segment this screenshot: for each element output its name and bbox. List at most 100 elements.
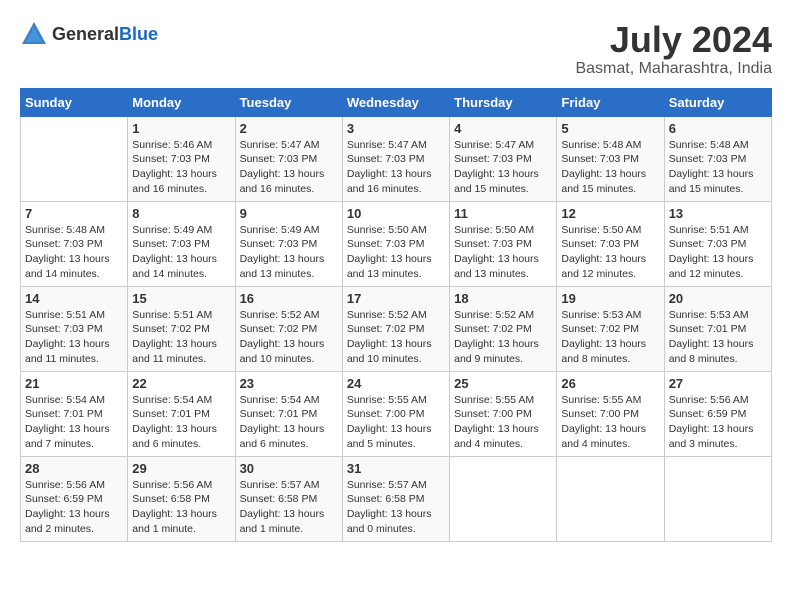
day-number: 5 [561,121,659,136]
calendar-cell: 8Sunrise: 5:49 AM Sunset: 7:03 PM Daylig… [128,201,235,286]
cell-content: Sunrise: 5:48 AM Sunset: 7:03 PM Dayligh… [561,138,659,197]
day-number: 31 [347,461,445,476]
day-number: 19 [561,291,659,306]
cell-content: Sunrise: 5:47 AM Sunset: 7:03 PM Dayligh… [240,138,338,197]
calendar-cell: 7Sunrise: 5:48 AM Sunset: 7:03 PM Daylig… [21,201,128,286]
cell-content: Sunrise: 5:54 AM Sunset: 7:01 PM Dayligh… [25,393,123,452]
location-subtitle: Basmat, Maharashtra, India [575,60,772,78]
calendar-cell: 3 Sunrise: 5:47 AM Sunset: 7:03 PM Daylig… [342,116,449,201]
calendar-cell: 21 Sunrise: 5:54 AM Sunset: 7:01 PM Dayli… [21,371,128,456]
cell-content: Sunrise: 5:50 AM Sunset: 7:03 PM Dayligh… [454,223,552,282]
logo: GeneralBlue [20,20,158,48]
calendar-cell: 14 Sunrise: 5:51 AM Sunset: 7:03 PM Dayli… [21,286,128,371]
cell-content: Sunrise: 5:54 AM Sunset: 7:01 PM Dayligh… [132,393,230,452]
cell-content: Sunrise: 5:51 AM Sunset: 7:02 PM Dayligh… [132,308,230,367]
cell-content: Sunrise: 5:55 AM Sunset: 7:00 PM Dayligh… [454,393,552,452]
day-number: 18 [454,291,552,306]
calendar-cell: 20 Sunrise: 5:53 AM Sunset: 7:01 PM Dayli… [664,286,771,371]
calendar-body: 1 Sunrise: 5:46 AM Sunset: 7:03 PM Daylig… [21,116,772,541]
day-number: 15 [132,291,230,306]
day-of-week-header: Monday [128,88,235,116]
day-number: 25 [454,376,552,391]
cell-content: Sunrise: 5:53 AM Sunset: 7:01 PM Dayligh… [669,308,767,367]
cell-content: Sunrise: 5:48 AM Sunset: 7:03 PM Dayligh… [25,223,123,282]
cell-content: Sunrise: 5:52 AM Sunset: 7:02 PM Dayligh… [347,308,445,367]
calendar-cell: 15 Sunrise: 5:51 AM Sunset: 7:02 PM Dayli… [128,286,235,371]
day-of-week-header: Sunday [21,88,128,116]
calendar-cell: 31 Sunrise: 5:57 AM Sunset: 6:58 PM Dayli… [342,456,449,541]
calendar-week-row: 28 Sunrise: 5:56 AM Sunset: 6:59 PM Dayli… [21,456,772,541]
cell-content: Sunrise: 5:56 AM Sunset: 6:59 PM Dayligh… [25,478,123,537]
cell-content: Sunrise: 5:57 AM Sunset: 6:58 PM Dayligh… [347,478,445,537]
day-number: 12 [561,206,659,221]
day-number: 3 [347,121,445,136]
day-number: 2 [240,121,338,136]
day-number: 11 [454,206,552,221]
calendar-cell: 19 Sunrise: 5:53 AM Sunset: 7:02 PM Dayli… [557,286,664,371]
calendar-cell [450,456,557,541]
calendar-cell: 16Sunrise: 5:52 AM Sunset: 7:02 PM Dayli… [235,286,342,371]
calendar-cell: 18 Sunrise: 5:52 AM Sunset: 7:02 PM Dayli… [450,286,557,371]
days-of-week-row: SundayMondayTuesdayWednesdayThursdayFrid… [21,88,772,116]
day-number: 13 [669,206,767,221]
cell-content: Sunrise: 5:55 AM Sunset: 7:00 PM Dayligh… [347,393,445,452]
calendar-week-row: 14 Sunrise: 5:51 AM Sunset: 7:03 PM Dayli… [21,286,772,371]
day-number: 26 [561,376,659,391]
cell-content: Sunrise: 5:50 AM Sunset: 7:03 PM Dayligh… [561,223,659,282]
cell-content: Sunrise: 5:56 AM Sunset: 6:59 PM Dayligh… [669,393,767,452]
calendar-week-row: 1 Sunrise: 5:46 AM Sunset: 7:03 PM Daylig… [21,116,772,201]
calendar-cell: 9Sunrise: 5:49 AM Sunset: 7:03 PM Daylig… [235,201,342,286]
day-number: 17 [347,291,445,306]
logo-icon [20,20,48,48]
cell-content: Sunrise: 5:52 AM Sunset: 7:02 PM Dayligh… [454,308,552,367]
day-number: 27 [669,376,767,391]
calendar-cell: 26 Sunrise: 5:55 AM Sunset: 7:00 PM Dayli… [557,371,664,456]
cell-content: Sunrise: 5:48 AM Sunset: 7:03 PM Dayligh… [669,138,767,197]
day-number: 4 [454,121,552,136]
day-number: 6 [669,121,767,136]
page-header: GeneralBlue July 2024 Basmat, Maharashtr… [20,20,772,78]
cell-content: Sunrise: 5:57 AM Sunset: 6:58 PM Dayligh… [240,478,338,537]
month-title: July 2024 [575,20,772,60]
cell-content: Sunrise: 5:46 AM Sunset: 7:03 PM Dayligh… [132,138,230,197]
cell-content: Sunrise: 5:54 AM Sunset: 7:01 PM Dayligh… [240,393,338,452]
calendar-cell [557,456,664,541]
day-number: 1 [132,121,230,136]
calendar-cell: 24 Sunrise: 5:55 AM Sunset: 7:00 PM Dayli… [342,371,449,456]
title-section: July 2024 Basmat, Maharashtra, India [575,20,772,78]
calendar-cell: 5 Sunrise: 5:48 AM Sunset: 7:03 PM Daylig… [557,116,664,201]
day-number: 16 [240,291,338,306]
cell-content: Sunrise: 5:53 AM Sunset: 7:02 PM Dayligh… [561,308,659,367]
calendar-cell: 29Sunrise: 5:56 AM Sunset: 6:58 PM Dayli… [128,456,235,541]
cell-content: Sunrise: 5:47 AM Sunset: 7:03 PM Dayligh… [347,138,445,197]
cell-content: Sunrise: 5:55 AM Sunset: 7:00 PM Dayligh… [561,393,659,452]
calendar-cell: 1 Sunrise: 5:46 AM Sunset: 7:03 PM Daylig… [128,116,235,201]
calendar-cell: 12 Sunrise: 5:50 AM Sunset: 7:03 PM Dayli… [557,201,664,286]
day-of-week-header: Wednesday [342,88,449,116]
day-number: 28 [25,461,123,476]
day-number: 21 [25,376,123,391]
day-number: 9 [240,206,338,221]
calendar-cell: 27 Sunrise: 5:56 AM Sunset: 6:59 PM Dayli… [664,371,771,456]
calendar-cell: 10Sunrise: 5:50 AM Sunset: 7:03 PM Dayli… [342,201,449,286]
cell-content: Sunrise: 5:51 AM Sunset: 7:03 PM Dayligh… [25,308,123,367]
calendar-table: SundayMondayTuesdayWednesdayThursdayFrid… [20,88,772,542]
calendar-cell: 4 Sunrise: 5:47 AM Sunset: 7:03 PM Daylig… [450,116,557,201]
logo-text: GeneralBlue [52,24,158,45]
day-number: 14 [25,291,123,306]
cell-content: Sunrise: 5:51 AM Sunset: 7:03 PM Dayligh… [669,223,767,282]
calendar-cell [21,116,128,201]
calendar-cell: 2 Sunrise: 5:47 AM Sunset: 7:03 PM Daylig… [235,116,342,201]
day-number: 8 [132,206,230,221]
cell-content: Sunrise: 5:50 AM Sunset: 7:03 PM Dayligh… [347,223,445,282]
calendar-cell: 11 Sunrise: 5:50 AM Sunset: 7:03 PM Dayli… [450,201,557,286]
calendar-cell: 17 Sunrise: 5:52 AM Sunset: 7:02 PM Dayli… [342,286,449,371]
cell-content: Sunrise: 5:47 AM Sunset: 7:03 PM Dayligh… [454,138,552,197]
day-number: 24 [347,376,445,391]
day-number: 20 [669,291,767,306]
calendar-cell [664,456,771,541]
day-number: 29 [132,461,230,476]
calendar-week-row: 21 Sunrise: 5:54 AM Sunset: 7:01 PM Dayli… [21,371,772,456]
day-number: 23 [240,376,338,391]
calendar-week-row: 7Sunrise: 5:48 AM Sunset: 7:03 PM Daylig… [21,201,772,286]
